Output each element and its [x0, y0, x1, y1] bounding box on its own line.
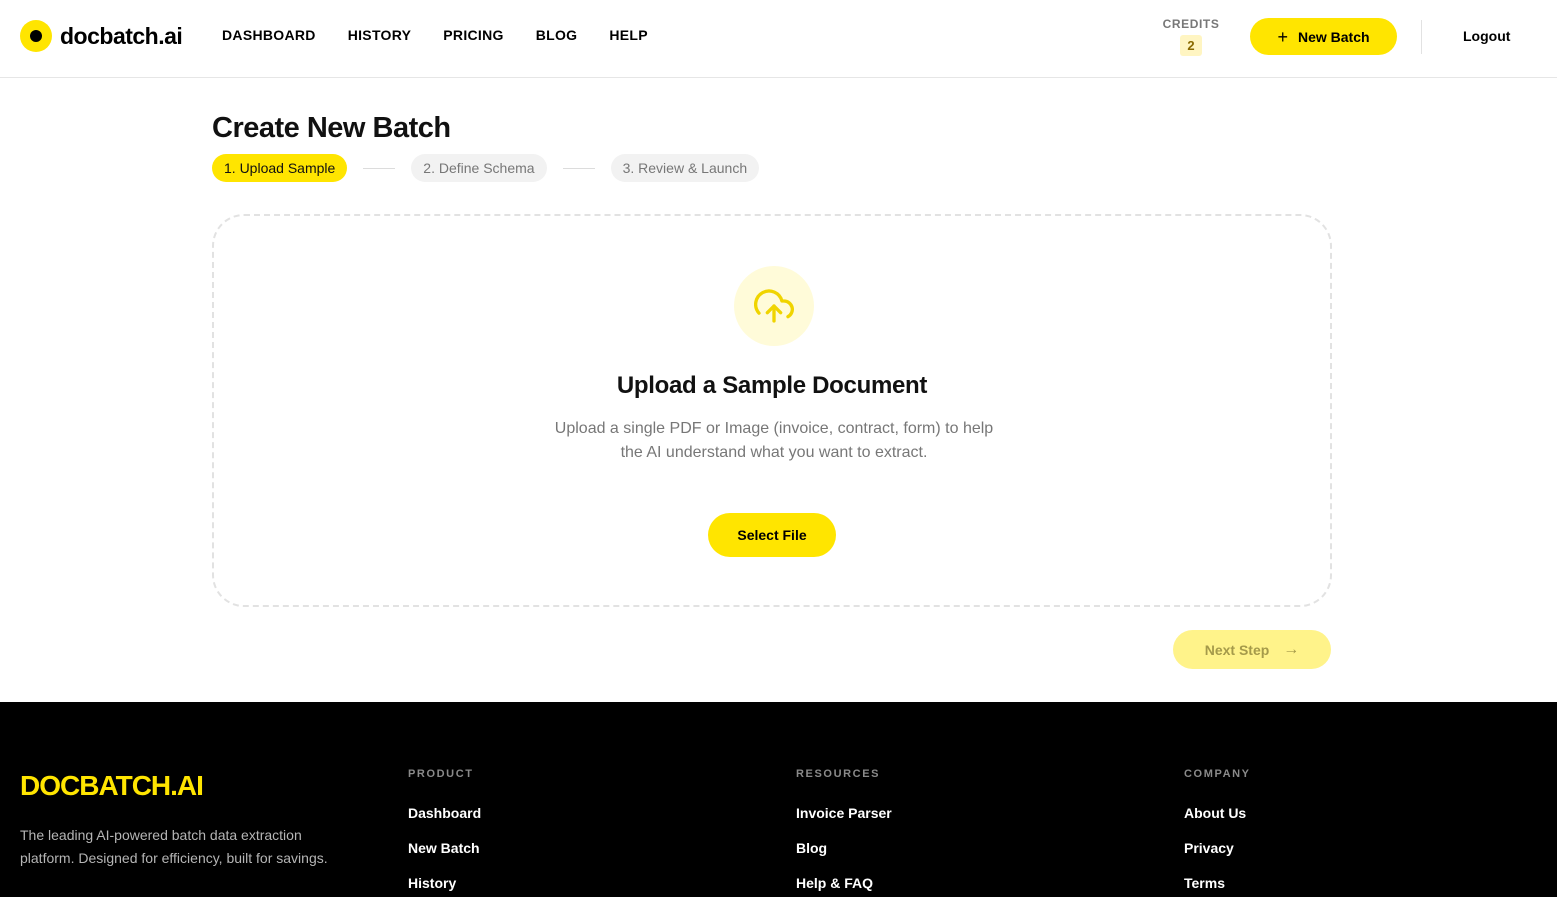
header-divider — [1421, 20, 1422, 54]
upload-dropzone[interactable]: Upload a Sample Document Upload a single… — [212, 214, 1332, 607]
credits-count-badge: 2 — [1180, 35, 1202, 56]
credits-label: CREDITS — [1162, 17, 1220, 31]
nav-blog[interactable]: BLOG — [536, 27, 578, 43]
footer-brand: DOCBATCH.AI — [20, 770, 204, 801]
upload-icon-circle — [734, 266, 814, 346]
logout-button[interactable]: Logout — [1463, 28, 1510, 44]
select-file-button[interactable]: Select File — [708, 513, 836, 557]
top-header: docbatch.ai DASHBOARD HISTORY PRICING BL… — [0, 0, 1557, 78]
footer-column-resources: RESOURCES Invoice Parser Blog Help & FAQ — [796, 768, 892, 897]
arrow-right-icon: → — [1283, 640, 1300, 658]
footer-link-dashboard[interactable]: Dashboard — [408, 805, 481, 821]
plus-icon: + — [1277, 26, 1288, 47]
step-connector — [363, 167, 396, 169]
footer-link-about-us[interactable]: About Us — [1184, 805, 1251, 821]
nav-pricing[interactable]: PRICING — [443, 27, 503, 43]
footer-link-help-faq[interactable]: Help & FAQ — [796, 875, 892, 891]
upload-title: Upload a Sample Document — [616, 372, 928, 399]
footer-link-blog[interactable]: Blog — [796, 840, 892, 856]
next-step-label: Next Step — [1204, 641, 1270, 658]
step-review-launch: 3. Review & Launch — [610, 154, 760, 182]
footer-column-company: COMPANY About Us Privacy Terms — [1184, 768, 1251, 897]
step-upload-sample: 1. Upload Sample — [212, 154, 348, 182]
step-connector — [562, 167, 595, 169]
footer-column-title: COMPANY — [1184, 768, 1251, 780]
footer-link-privacy[interactable]: Privacy — [1184, 840, 1251, 856]
footer-link-invoice-parser[interactable]: Invoice Parser — [796, 805, 892, 821]
new-batch-label: New Batch — [1297, 28, 1370, 45]
step-indicator: 1. Upload Sample 2. Define Schema 3. Rev… — [212, 154, 760, 182]
footer-link-new-batch[interactable]: New Batch — [408, 840, 481, 856]
cloud-upload-icon — [754, 289, 794, 323]
brand-name: docbatch.ai — [60, 22, 183, 49]
footer-link-history[interactable]: History — [408, 875, 481, 891]
footer-column-title: PRODUCT — [408, 768, 474, 780]
logo-dot-icon — [20, 20, 52, 52]
brand-logo[interactable]: docbatch.ai — [20, 20, 183, 52]
footer-column-product: PRODUCT Dashboard New Batch History — [408, 768, 481, 897]
footer-column-title: RESOURCES — [796, 768, 881, 780]
next-step-button[interactable]: Next Step → — [1173, 630, 1331, 669]
main-nav: DASHBOARD HISTORY PRICING BLOG HELP — [222, 27, 648, 43]
nav-history[interactable]: HISTORY — [348, 27, 412, 43]
credits-indicator: CREDITS 2 — [1160, 17, 1222, 56]
footer-tagline: The leading AI-powered batch data extrac… — [20, 827, 328, 866]
page-title: Create New Batch — [212, 112, 451, 144]
new-batch-button[interactable]: + New Batch — [1250, 18, 1397, 55]
footer-link-terms[interactable]: Terms — [1184, 875, 1251, 891]
nav-dashboard[interactable]: DASHBOARD — [222, 27, 316, 43]
nav-help[interactable]: HELP — [609, 27, 648, 43]
step-define-schema: 2. Define Schema — [411, 154, 547, 182]
site-footer: DOCBATCH.AI The leading AI-powered batch… — [0, 702, 1557, 897]
upload-description: Upload a single PDF or Image (invoice, c… — [554, 420, 994, 461]
